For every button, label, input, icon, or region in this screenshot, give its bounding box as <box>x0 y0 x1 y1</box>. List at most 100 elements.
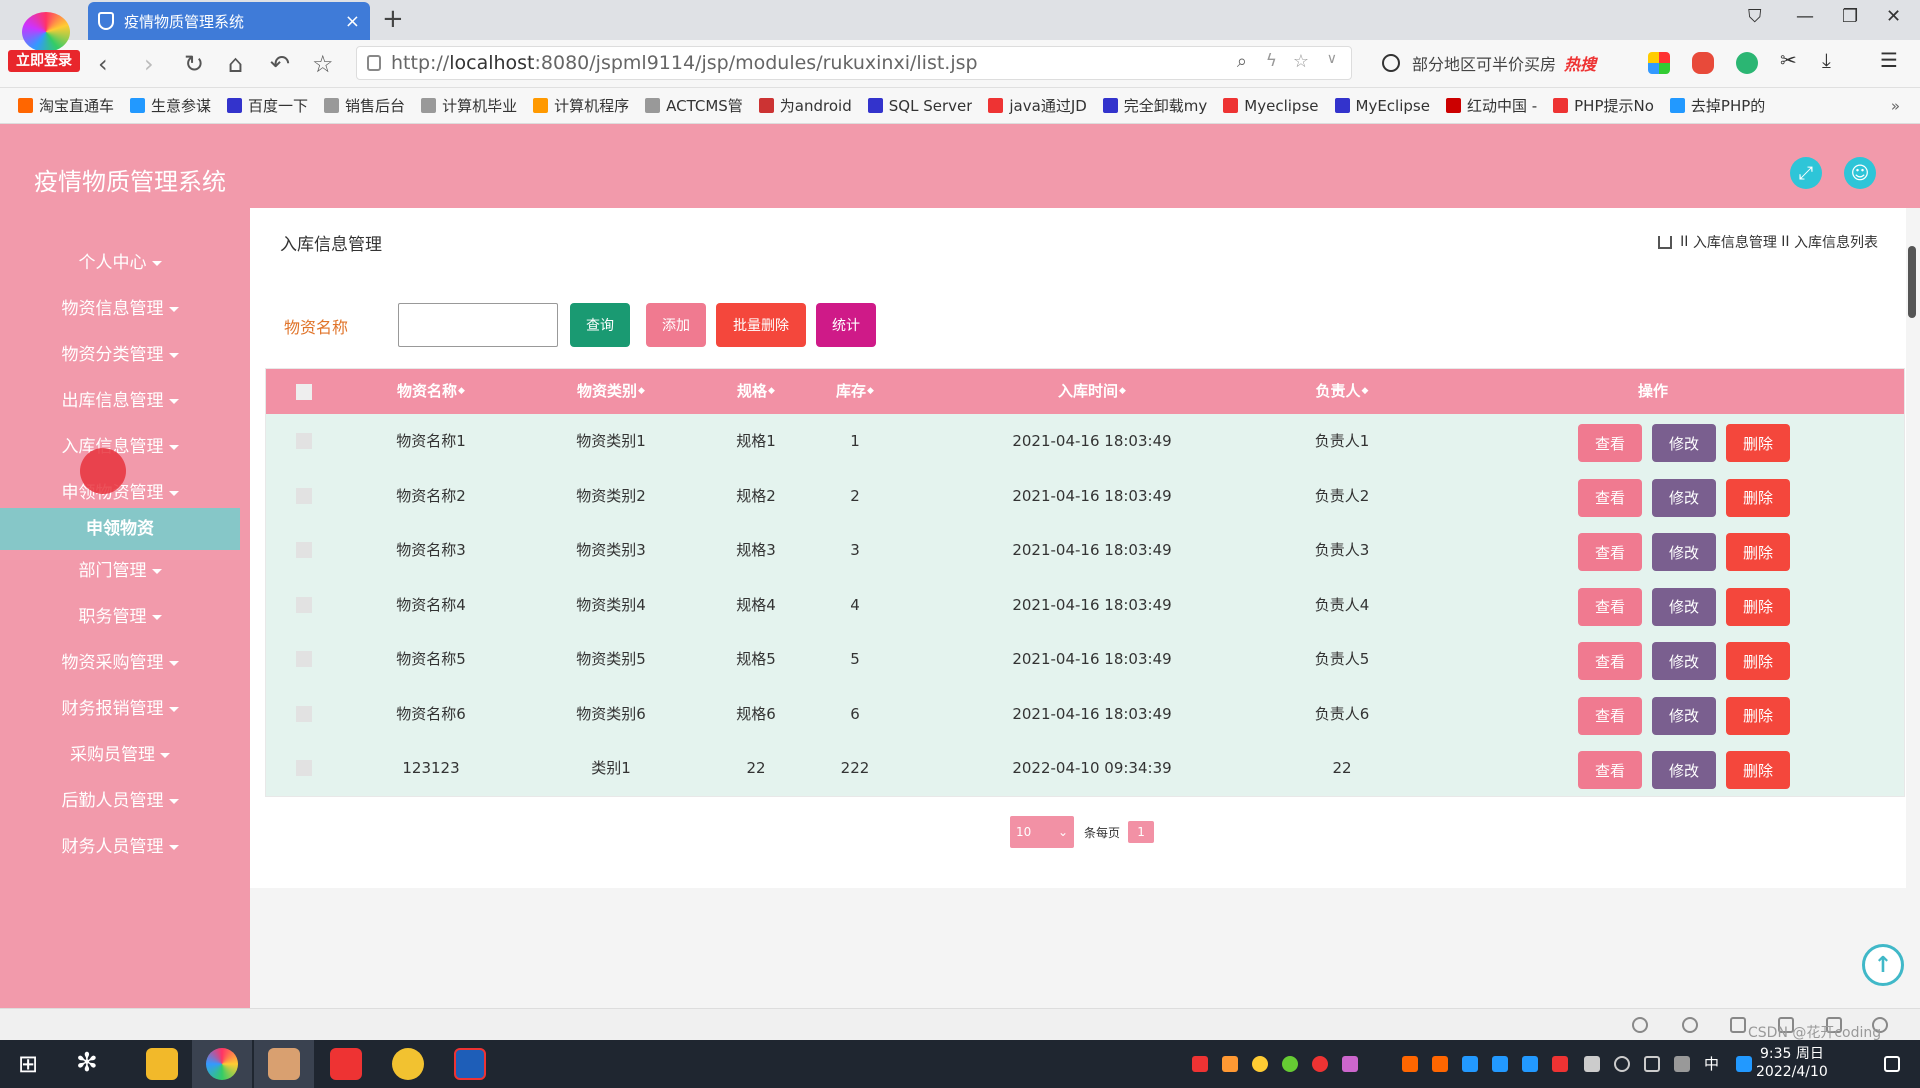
menu-icon[interactable]: ☰ <box>1880 48 1898 72</box>
column-header[interactable]: 负责人◆ <box>1316 369 1369 414</box>
edit-button[interactable]: 修改 <box>1652 478 1716 517</box>
restore-icon[interactable]: ❐ <box>1842 6 1858 27</box>
browser-task-icon[interactable] <box>206 1048 238 1080</box>
row-checkbox[interactable] <box>296 433 312 449</box>
edit-button[interactable]: 修改 <box>1652 587 1716 626</box>
delete-button[interactable]: 删除 <box>1726 696 1790 735</box>
chevron-down-icon[interactable]: ∨ <box>1327 51 1337 67</box>
bookmark-item[interactable]: 去掉PHP的 <box>1669 95 1765 116</box>
edit-button[interactable]: 修改 <box>1652 751 1716 789</box>
sidebar-item[interactable]: 物资分类管理 <box>0 340 240 365</box>
view-button[interactable]: 查看 <box>1578 533 1642 571</box>
sidebar-item[interactable]: 职务管理 <box>0 602 240 627</box>
delete-button[interactable]: 删除 <box>1726 751 1790 789</box>
sort-icon[interactable]: ◆ <box>768 369 775 414</box>
add-button[interactable]: 添加 <box>646 303 706 347</box>
bookmark-item[interactable]: 百度一下 <box>227 95 308 116</box>
minimize-icon[interactable]: — <box>1796 6 1814 27</box>
bookmark-item[interactable]: 计算机程序 <box>533 95 629 116</box>
zoom-icon[interactable]: ⌕ <box>1237 51 1247 72</box>
fullscreen-icon[interactable]: ⤢ <box>1790 157 1822 189</box>
wps-icon[interactable] <box>330 1048 362 1080</box>
sidebar-subitem-apply-materials[interactable]: 申领物资 <box>0 508 240 550</box>
rocket-icon[interactable] <box>1632 1017 1648 1033</box>
view-button[interactable]: 查看 <box>1578 642 1642 680</box>
sort-icon[interactable]: ◆ <box>638 369 645 414</box>
game-icon[interactable] <box>1692 52 1714 74</box>
refresh-ext-icon[interactable] <box>1736 52 1758 74</box>
tray-app-icon[interactable] <box>1522 1056 1538 1072</box>
edit-button[interactable]: 修改 <box>1652 424 1716 462</box>
bookmark-item[interactable]: 计算机毕业 <box>421 95 517 116</box>
breadcrumb-item-manage[interactable]: 入库信息管理 <box>1693 232 1777 252</box>
delete-button[interactable]: 删除 <box>1726 533 1790 571</box>
view-button[interactable]: 查看 <box>1578 587 1642 626</box>
tray-app-icon[interactable] <box>1736 1056 1752 1072</box>
tray-app-icon[interactable] <box>1342 1056 1358 1072</box>
page-number[interactable]: 1 <box>1128 821 1155 843</box>
battery-icon[interactable] <box>1584 1056 1600 1072</box>
tray-app-icon[interactable] <box>1552 1056 1568 1072</box>
sort-icon[interactable]: ◆ <box>1362 369 1369 414</box>
row-checkbox[interactable] <box>296 651 312 667</box>
sidebar-item[interactable]: 财务报销管理 <box>0 694 240 719</box>
select-all-checkbox[interactable] <box>296 384 312 400</box>
bookmark-item[interactable]: ACTCMS管 <box>645 95 743 116</box>
apps-grid-icon[interactable] <box>1648 52 1670 74</box>
chat-app-icon[interactable] <box>392 1048 424 1080</box>
bookmark-item[interactable]: java通过JD <box>988 95 1087 116</box>
row-checkbox[interactable] <box>296 705 312 722</box>
avatar-task-icon[interactable] <box>268 1048 300 1080</box>
lightning-icon[interactable]: ϟ <box>1266 51 1277 71</box>
row-checkbox[interactable] <box>296 596 312 613</box>
delete-button[interactable]: 删除 <box>1726 424 1790 462</box>
reload-icon[interactable]: ↻ <box>184 50 204 78</box>
view-button[interactable]: 查看 <box>1578 751 1642 789</box>
edit-button[interactable]: 修改 <box>1652 696 1716 735</box>
tray-app-icon[interactable] <box>1432 1056 1448 1072</box>
search-engine-box[interactable]: 部分地区可半价买房 热搜 <box>1374 46 1632 80</box>
undo-icon[interactable]: ↶ <box>270 50 290 78</box>
tray-app-icon[interactable] <box>1222 1056 1238 1072</box>
sidebar-item[interactable]: 部门管理 <box>0 556 240 581</box>
sidebar-item[interactable]: 出库信息管理 <box>0 386 240 411</box>
page-size-select[interactable]: 10 ⌄ <box>1010 816 1074 848</box>
forward-icon[interactable]: › <box>144 50 154 78</box>
new-tab-button[interactable]: + <box>382 4 404 34</box>
trash-icon[interactable] <box>1730 1017 1746 1033</box>
row-checkbox[interactable] <box>296 487 312 504</box>
url-input[interactable]: http://localhost:8080/jspml9114/jsp/modu… <box>356 46 1352 80</box>
view-button[interactable]: 查看 <box>1578 478 1642 517</box>
close-window-icon[interactable]: ✕ <box>1886 6 1901 27</box>
wifi-icon[interactable] <box>1614 1056 1630 1072</box>
tray-app-icon[interactable] <box>1492 1056 1508 1072</box>
sort-icon[interactable]: ◆ <box>1119 369 1126 414</box>
sort-icon[interactable]: ◆ <box>458 369 465 414</box>
bookmark-item[interactable]: MyEclipse <box>1334 97 1430 115</box>
column-header[interactable]: 物资类别◆ <box>577 369 645 414</box>
view-button[interactable]: 查看 <box>1578 424 1642 462</box>
display-icon[interactable] <box>1674 1056 1690 1072</box>
tray-app-icon[interactable] <box>1192 1056 1208 1072</box>
scissors-icon[interactable]: ✂ <box>1780 48 1797 72</box>
download-icon[interactable]: ⤓ <box>1822 48 1831 72</box>
login-badge[interactable]: 立即登录 <box>8 50 80 72</box>
bookmark-item[interactable]: 为android <box>758 95 852 116</box>
bookmark-item[interactable]: PHP提示No <box>1553 95 1654 116</box>
ide-icon[interactable] <box>454 1048 486 1080</box>
bookmark-item[interactable]: 生意参谋 <box>130 95 211 116</box>
home-icon[interactable] <box>1658 235 1673 249</box>
tab-close-icon[interactable]: × <box>345 11 360 32</box>
user-icon[interactable]: ☺ <box>1844 157 1876 189</box>
column-header[interactable]: 规格◆ <box>737 369 775 414</box>
edit-button[interactable]: 修改 <box>1652 533 1716 571</box>
clock[interactable]: 9:35 周日 2022/4/10 <box>1756 1045 1828 1081</box>
file-explorer-icon[interactable] <box>146 1048 178 1080</box>
column-header[interactable]: 库存◆ <box>836 369 874 414</box>
ime-indicator[interactable]: 中 <box>1704 1053 1719 1074</box>
batch-delete-button[interactable]: 批量删除 <box>716 303 806 347</box>
scrollbar[interactable] <box>1908 246 1916 318</box>
tray-app-icon[interactable] <box>1282 1056 1298 1072</box>
bookmark-item[interactable]: 销售后台 <box>324 95 405 116</box>
tray-app-icon[interactable] <box>1402 1056 1418 1072</box>
